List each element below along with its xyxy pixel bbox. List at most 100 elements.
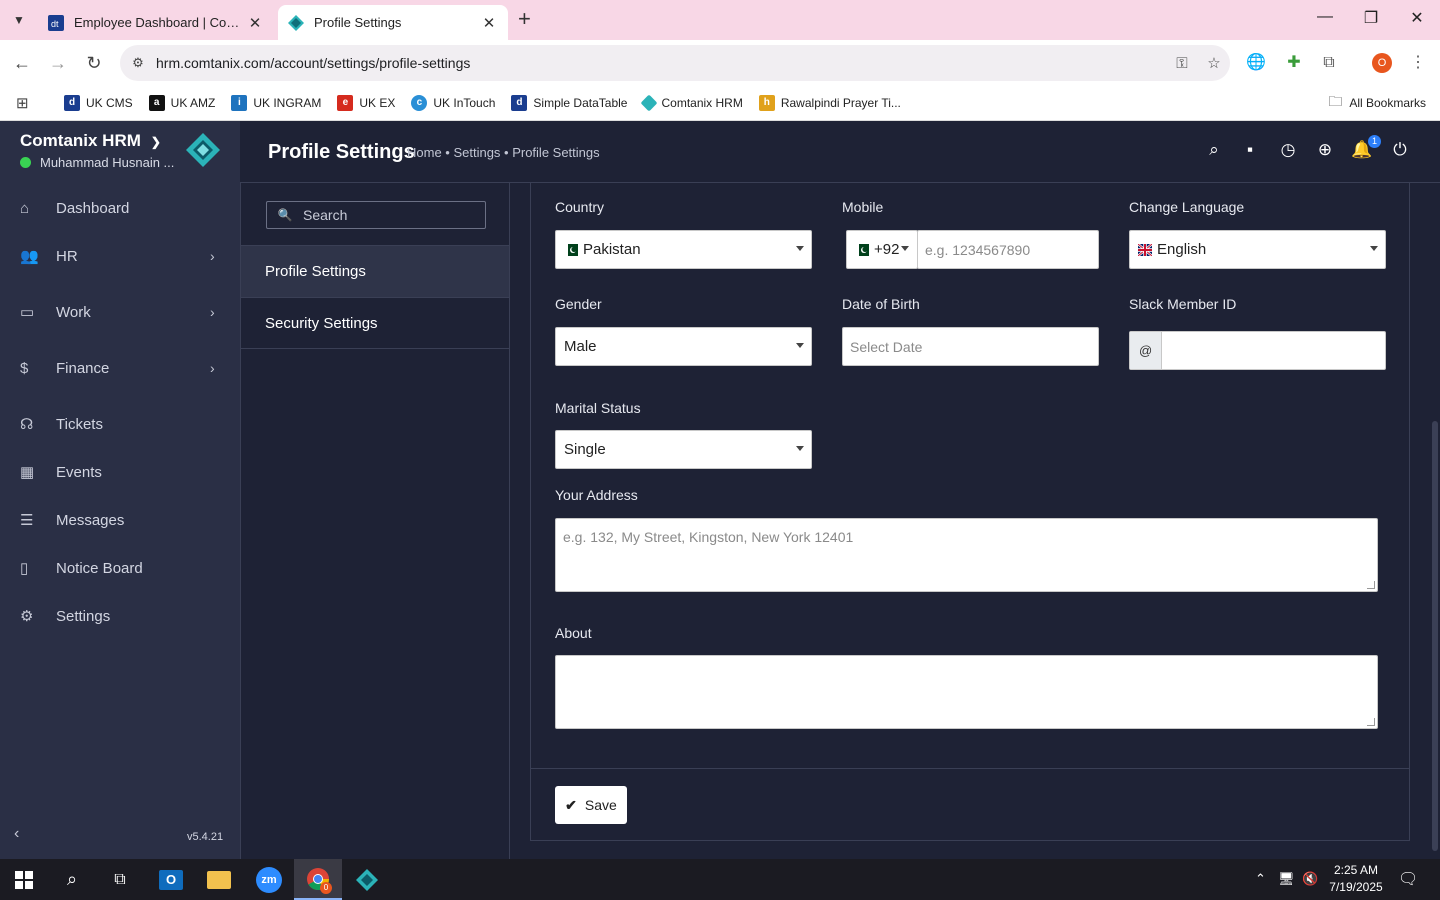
network-icon[interactable]: 🖥 (1278, 871, 1295, 887)
save-button[interactable]: ✔ Save (555, 786, 627, 824)
tab-title: Profile Settings (314, 15, 402, 30)
sidebar-item-messages[interactable]: ☰ Messages (0, 496, 240, 544)
chevron-down-icon: ❯ (150, 135, 161, 149)
sidebar-item-label: Settings (56, 607, 111, 625)
bookmark-label: Comtanix HRM (661, 95, 743, 110)
collapse-sidebar-icon[interactable]: ‹ (14, 825, 19, 843)
bookmark-uk-ex[interactable]: e UK EX (337, 94, 395, 111)
sidebar-item-finance[interactable]: $ Finance › (0, 344, 240, 392)
gear-icon: ⚙ (20, 608, 34, 625)
settings-search-input[interactable]: 🔍 (266, 201, 486, 229)
gender-select[interactable]: Male (555, 327, 812, 366)
bookmark-prayer-times[interactable]: h Rawalpindi Prayer Ti... (758, 94, 901, 111)
extensions-puzzle-icon[interactable]: ⧉ (1317, 51, 1341, 75)
notifications-center-icon[interactable]: 🗨 (1398, 869, 1418, 889)
tray-chevron-up-icon[interactable]: ⌃ (1255, 871, 1266, 887)
breadcrumb[interactable]: Home • Settings • Profile Settings (407, 145, 600, 160)
settings-search-field[interactable] (303, 207, 473, 223)
about-field[interactable] (563, 666, 1370, 716)
sidebar-item-settings[interactable]: ⚙ Settings (0, 592, 240, 640)
url-text[interactable]: hrm.comtanix.com/account/settings/profil… (156, 55, 1166, 71)
current-user[interactable]: Muhammad Husnain ... (20, 155, 190, 170)
power-icon[interactable]: ⏻ (1389, 140, 1411, 162)
restore-icon[interactable]: ❐ (1356, 8, 1386, 28)
language-select[interactable]: English (1129, 230, 1386, 269)
bookmark-uk-ingram[interactable]: i UK INGRAM (231, 94, 321, 111)
country-code-select[interactable]: +92 (846, 230, 918, 269)
bookmark-uk-amz[interactable]: a UK AMZ (148, 94, 215, 111)
dt-icon: d (511, 94, 528, 111)
windows-start-icon[interactable] (0, 859, 48, 900)
extension-plus-icon[interactable]: ✚ (1282, 51, 1306, 75)
clock-icon[interactable]: ◷ (1277, 140, 1299, 162)
marital-select[interactable]: Single (555, 430, 812, 469)
address-field[interactable] (563, 529, 1370, 579)
slack-member-field[interactable] (1162, 342, 1385, 359)
system-clock[interactable]: 2:25 AM 7/19/2025 (1328, 862, 1384, 896)
sidebar-item-events[interactable]: ▦ Events (0, 448, 240, 496)
back-icon[interactable]: ← (10, 51, 34, 75)
tab-close-icon[interactable]: ✕ (480, 14, 498, 32)
home-icon: ⌂ (20, 199, 30, 217)
about-textarea[interactable] (555, 655, 1378, 729)
mobile-field[interactable] (925, 241, 1098, 258)
page-scrollbar[interactable] (1432, 421, 1438, 851)
password-key-icon[interactable]: ⚿ (1166, 55, 1198, 72)
resize-grip-icon[interactable] (1367, 581, 1375, 589)
apps-grid-icon[interactable]: ⊞ (16, 94, 42, 112)
chrome-icon[interactable]: 0 (294, 859, 342, 900)
profile-avatar[interactable]: O (1372, 53, 1392, 73)
comtanix-app-icon[interactable] (343, 859, 391, 900)
volume-muted-icon[interactable]: 🔇 (1302, 871, 1318, 887)
tab-close-icon[interactable]: ✕ (246, 14, 264, 32)
address-textarea[interactable] (555, 518, 1378, 592)
minimize-icon[interactable]: — (1310, 8, 1340, 26)
marital-label: Marital Status (555, 400, 641, 416)
search-icon[interactable]: ⌕ (48, 859, 96, 900)
dob-input[interactable] (842, 327, 1099, 366)
file-explorer-icon[interactable] (195, 859, 243, 900)
bookmark-star-icon[interactable]: ☆ (1198, 54, 1230, 72)
zoom-icon[interactable]: zm (245, 859, 293, 900)
close-window-icon[interactable]: ✕ (1402, 8, 1432, 28)
resize-grip-icon[interactable] (1367, 718, 1375, 726)
browser-menu-icon[interactable]: ⋮ (1406, 51, 1430, 75)
forward-icon[interactable]: → (46, 51, 70, 75)
tab-search-icon[interactable]: ▼ (8, 9, 30, 31)
slack-input-group[interactable]: @ (1129, 331, 1386, 370)
bookmark-uk-cms[interactable]: d UK CMS (64, 94, 133, 111)
task-view-icon[interactable]: ⧉ (96, 859, 144, 900)
browser-tab-profile-settings[interactable]: Profile Settings ✕ (278, 5, 508, 40)
sticky-note-icon[interactable]: ▪ (1239, 140, 1261, 162)
new-tab-icon[interactable]: + (518, 8, 531, 30)
address-bar[interactable]: ⚙ hrm.comtanix.com/account/settings/prof… (120, 45, 1230, 81)
add-circle-icon[interactable]: ⊕ (1314, 140, 1336, 162)
dob-field[interactable] (850, 338, 1098, 355)
sidebar-item-tickets[interactable]: ☊ Tickets (0, 400, 240, 448)
search-icon[interactable]: ⌕ (1203, 140, 1225, 162)
comtanix-logo-icon[interactable] (186, 133, 220, 167)
notification-badge: 1 (1368, 135, 1381, 148)
mobile-input[interactable] (917, 230, 1099, 269)
page-header: Profile Settings Home • Settings • Profi… (240, 121, 1440, 183)
sidebar-item-dashboard[interactable]: ⌂ Dashboard (0, 184, 240, 232)
brand-dropdown[interactable]: Comtanix HRM ❯ (20, 131, 161, 151)
windows-taskbar: ⌕ ⧉ O zm 0 ⌃ 🖥 🔇 2:25 AM 7/19/2025 🗨 (0, 859, 1440, 900)
country-select[interactable]: Pakistan (555, 230, 812, 269)
bookmark-comtanix-hrm[interactable]: Comtanix HRM (640, 94, 743, 111)
browser-tab-employee-dashboard[interactable]: dt Employee Dashboard | Comtanix ✕ (38, 5, 274, 40)
sidebar-item-hr[interactable]: 👥 HR › (0, 232, 240, 280)
settings-nav-profile[interactable]: Profile Settings (241, 245, 509, 297)
comtanix-icon (640, 94, 658, 111)
bookmark-simple-datatable[interactable]: d Simple DataTable (511, 94, 627, 111)
reload-icon[interactable]: ↻ (82, 51, 106, 75)
bookmark-uk-intouch[interactable]: c UK InTouch (411, 94, 495, 111)
outlook-icon[interactable]: O (147, 859, 195, 900)
sidebar-item-notice-board[interactable]: ▯ Notice Board (0, 544, 240, 592)
check-icon: ✔ (565, 796, 577, 813)
translate-icon[interactable]: 🌐 (1244, 51, 1268, 75)
settings-nav-security[interactable]: Security Settings (241, 297, 509, 349)
all-bookmarks[interactable]: 🗀 All Bookmarks (1328, 85, 1426, 121)
site-info-icon[interactable]: ⚙ (120, 55, 156, 71)
sidebar-item-work[interactable]: ▭ Work › (0, 288, 240, 336)
